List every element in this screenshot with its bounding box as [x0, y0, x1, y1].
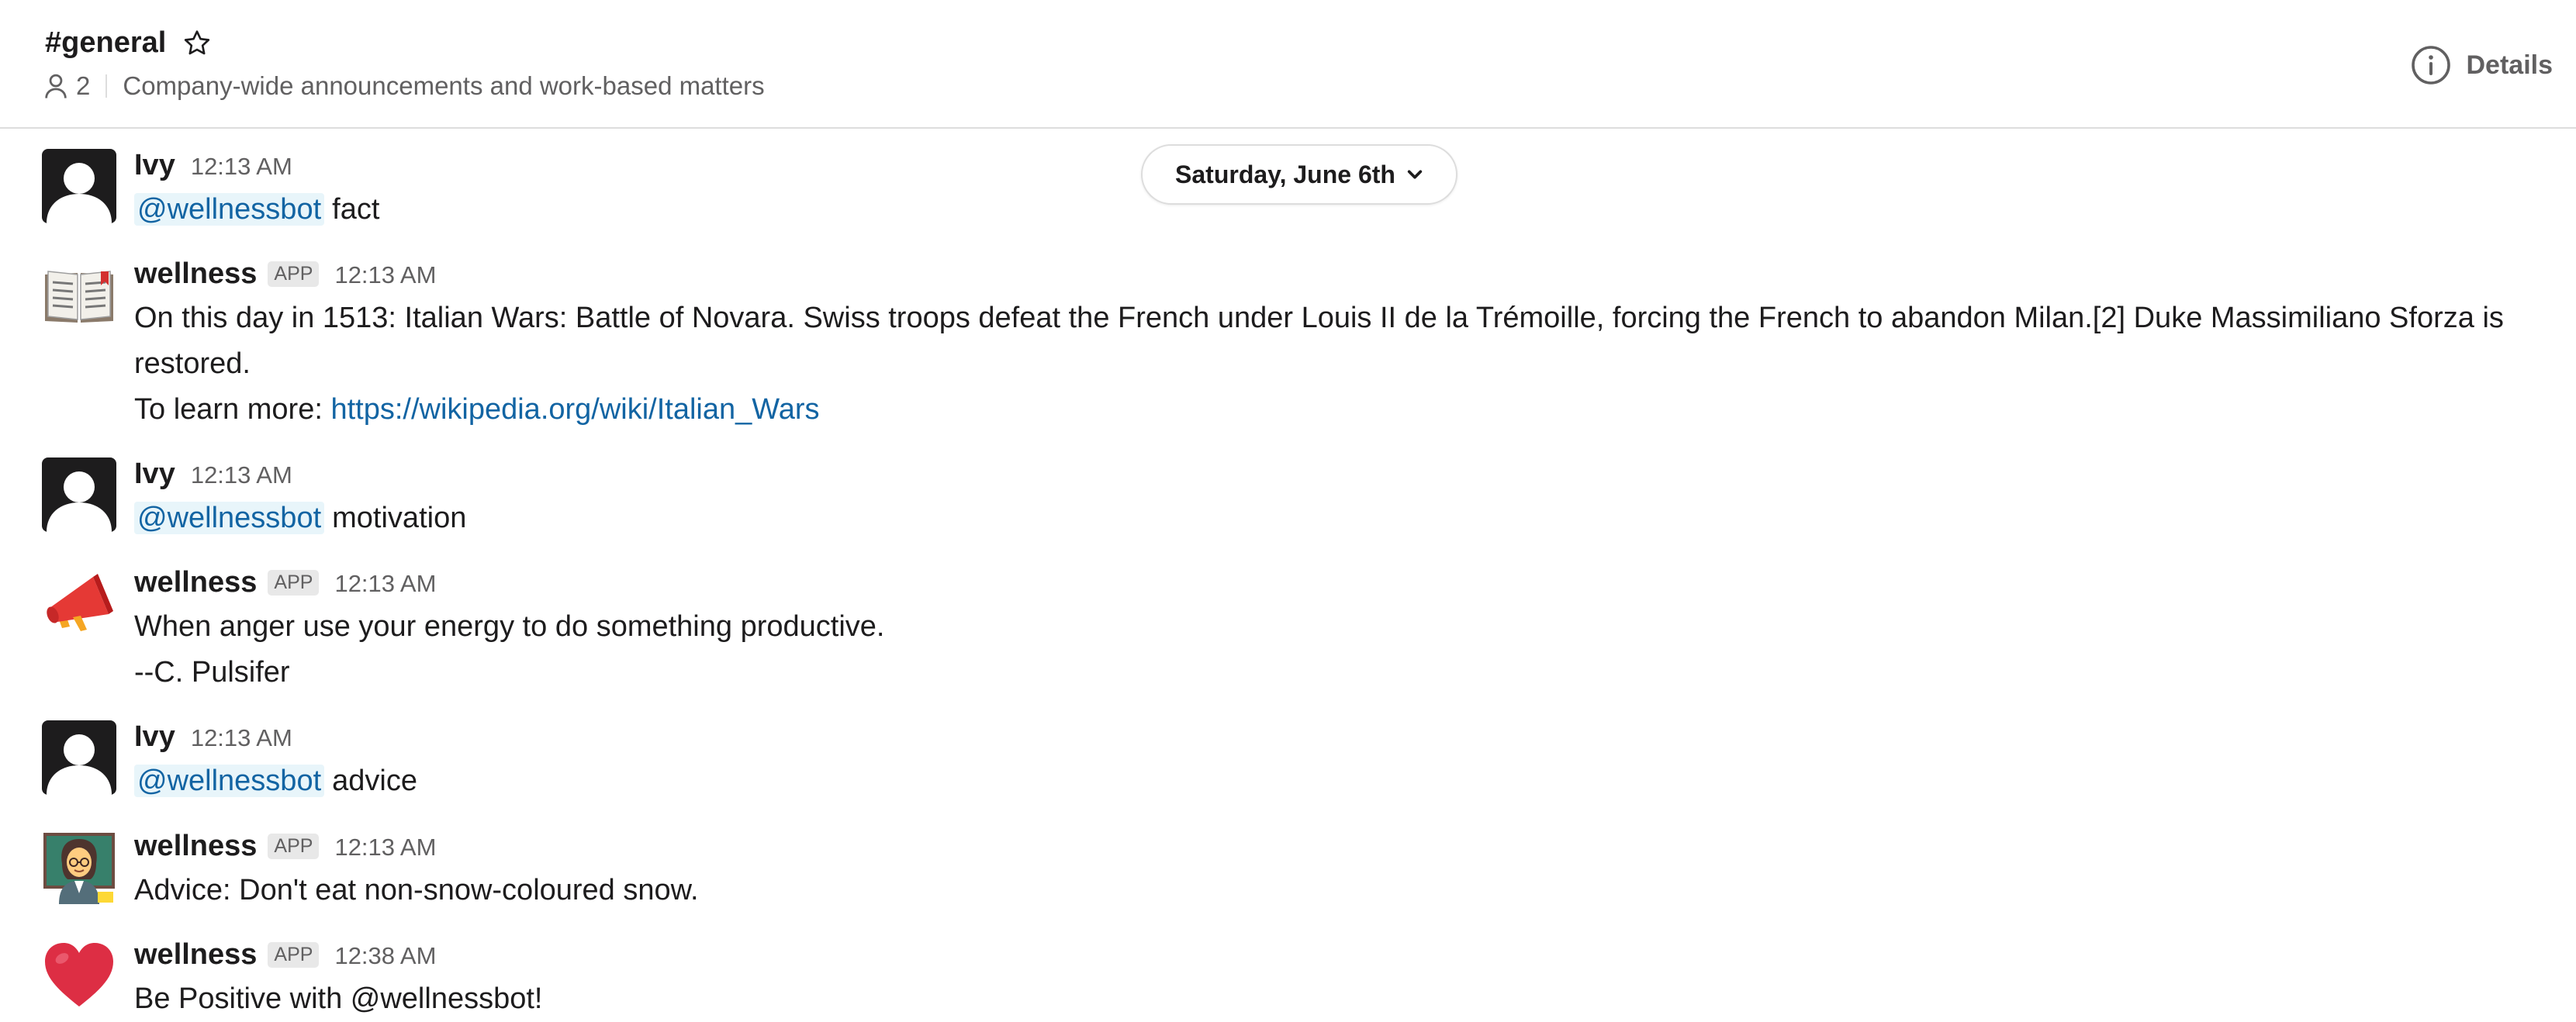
- chevron-down-icon: [1407, 170, 1423, 179]
- wikipedia-link[interactable]: https://wikipedia.org/wiki/Italian_Wars: [330, 393, 819, 426]
- member-count: 2: [76, 71, 91, 100]
- heart-icon[interactable]: [42, 938, 116, 1013]
- message-timestamp[interactable]: 12:13 AM: [191, 461, 292, 489]
- message-timestamp[interactable]: 12:13 AM: [334, 834, 436, 861]
- channel-name[interactable]: #general: [45, 26, 166, 60]
- channel-meta: 2 Company-wide announcements and work-ba…: [43, 71, 765, 101]
- message-timestamp[interactable]: 12:13 AM: [334, 261, 436, 289]
- message-body: Be Positive with @wellnessbot!: [134, 982, 543, 1015]
- app-badge: APP: [268, 261, 320, 287]
- channel-topic[interactable]: Company-wide announcements and work-base…: [123, 71, 764, 101]
- mention[interactable]: @wellnessbot: [134, 765, 325, 797]
- message-body: fact: [332, 193, 380, 226]
- person-icon: [47, 471, 112, 532]
- learn-more-label: To learn more:: [134, 393, 323, 426]
- app-badge: APP: [268, 942, 320, 968]
- person-icon: [47, 734, 112, 795]
- message-text: To learn more: https://wikipedia.org/wik…: [134, 387, 820, 433]
- star-icon[interactable]: [182, 28, 213, 59]
- message-author[interactable]: wellness: [134, 566, 257, 599]
- message-timestamp[interactable]: 12:13 AM: [191, 724, 292, 752]
- details-label: Details: [2466, 50, 2554, 80]
- message-author[interactable]: Ivy: [134, 457, 175, 491]
- mention[interactable]: @wellnessbot: [134, 502, 325, 534]
- channel-header: #general 2 Company-wide announcements an…: [0, 0, 2576, 129]
- message-author[interactable]: Ivy: [134, 149, 175, 182]
- app-badge: APP: [268, 834, 320, 859]
- megaphone-icon[interactable]: [42, 566, 116, 640]
- message-author[interactable]: Ivy: [134, 720, 175, 754]
- person-icon: [45, 74, 67, 98]
- app-badge: APP: [268, 570, 320, 596]
- message-author[interactable]: wellness: [134, 830, 257, 863]
- message-author[interactable]: wellness: [134, 257, 257, 291]
- avatar[interactable]: [42, 457, 116, 532]
- mention[interactable]: @wellnessbot: [134, 193, 325, 226]
- avatar[interactable]: [42, 149, 116, 223]
- message-timestamp[interactable]: 12:38 AM: [334, 942, 436, 970]
- message-timestamp[interactable]: 12:13 AM: [191, 153, 292, 181]
- person-icon: [47, 163, 112, 223]
- open-book-icon[interactable]: [42, 257, 116, 332]
- member-count-button[interactable]: 2: [43, 71, 90, 101]
- message-timestamp[interactable]: 12:13 AM: [334, 570, 436, 598]
- divider: [105, 74, 108, 98]
- message-body: advice: [332, 765, 417, 797]
- info-icon: [2411, 46, 2450, 85]
- date-divider-button[interactable]: Saturday, June 6th: [1141, 144, 1457, 205]
- message-body-line-2: --C. Pulsifer: [134, 656, 290, 689]
- message-text: @wellnessbot advice: [134, 758, 417, 804]
- message-text: @wellnessbot motivation: [134, 495, 466, 541]
- message-text: @wellnessbot fact: [134, 187, 379, 233]
- details-button[interactable]: Details: [2411, 45, 2554, 85]
- teacher-icon[interactable]: [42, 830, 116, 904]
- message-body: When anger use your energy to do somethi…: [134, 610, 885, 643]
- message-body: Advice: Don't eat non-snow-coloured snow…: [134, 874, 699, 906]
- date-divider-label: Saturday, June 6th: [1175, 160, 1395, 188]
- message-author[interactable]: wellness: [134, 938, 257, 972]
- avatar[interactable]: [42, 720, 116, 795]
- channel-title-row: #general: [45, 26, 213, 60]
- message-body: On this day in 1513: Italian Wars: Battl…: [134, 302, 2504, 380]
- message-body: motivation: [332, 502, 467, 534]
